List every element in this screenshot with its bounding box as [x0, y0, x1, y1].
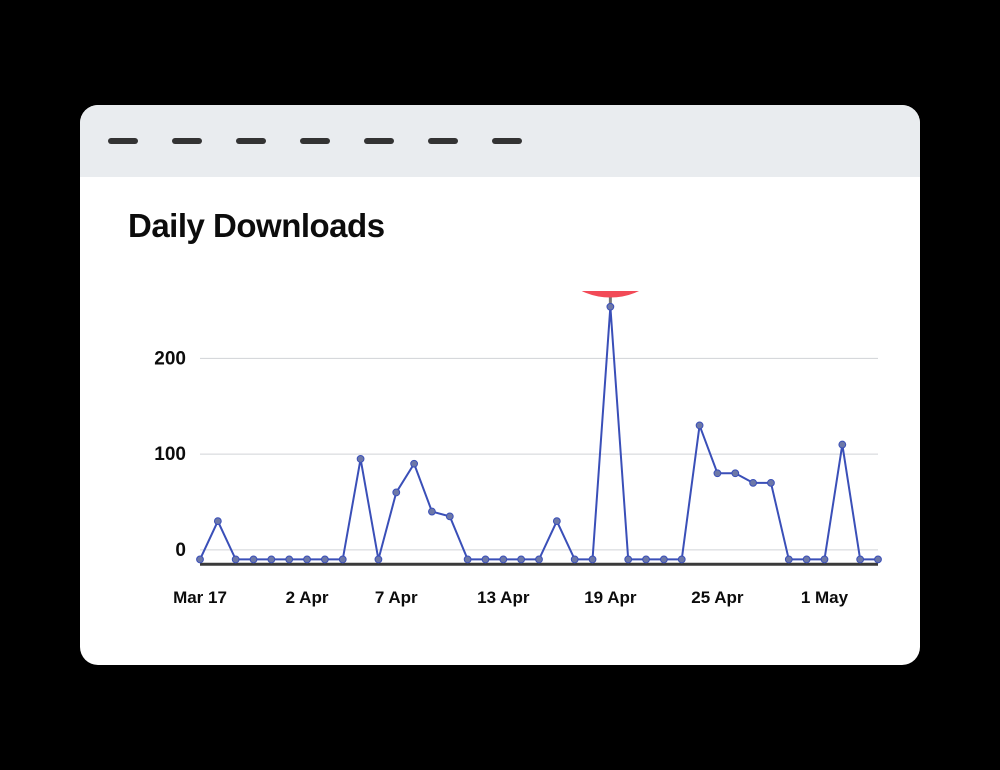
- tab-placeholder[interactable]: [492, 138, 522, 144]
- svg-text:25 Apr: 25 Apr: [691, 588, 744, 607]
- tab-placeholder[interactable]: [108, 138, 138, 144]
- tab-placeholder[interactable]: [236, 138, 266, 144]
- tab-placeholder[interactable]: [172, 138, 202, 144]
- tab-placeholder[interactable]: [364, 138, 394, 144]
- content-area: Daily Downloads 0100200254Mar 172 Apr7 A…: [80, 177, 920, 665]
- svg-text:200: 200: [154, 348, 186, 369]
- svg-text:1 May: 1 May: [801, 588, 849, 607]
- app-window: Daily Downloads 0100200254Mar 172 Apr7 A…: [80, 105, 920, 665]
- line-chart-svg: 0100200254Mar 172 Apr7 Apr13 Apr19 Apr25…: [128, 291, 888, 621]
- tab-placeholder[interactable]: [428, 138, 458, 144]
- svg-text:19 Apr: 19 Apr: [584, 588, 637, 607]
- titlebar: [80, 105, 920, 177]
- chart: 0100200254Mar 172 Apr7 Apr13 Apr19 Apr25…: [128, 291, 872, 621]
- svg-text:0: 0: [175, 540, 186, 561]
- tab-placeholder[interactable]: [300, 138, 330, 144]
- svg-text:7 Apr: 7 Apr: [375, 588, 418, 607]
- svg-text:Mar 17: Mar 17: [173, 588, 227, 607]
- chart-title: Daily Downloads: [128, 207, 872, 245]
- svg-text:100: 100: [154, 444, 186, 465]
- svg-text:13 Apr: 13 Apr: [477, 588, 530, 607]
- svg-text:2 Apr: 2 Apr: [286, 588, 329, 607]
